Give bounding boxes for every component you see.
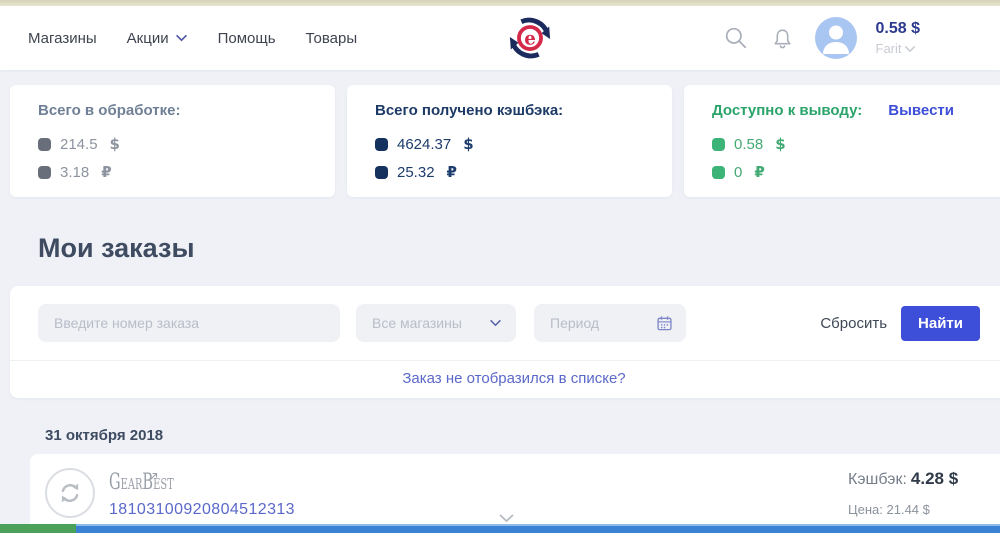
avatar-icon bbox=[822, 25, 849, 54]
price-line: Цена: 21.44 $ bbox=[848, 502, 958, 517]
nav-item-label: Товары bbox=[305, 29, 358, 47]
nav-item-promos[interactable]: Акции bbox=[127, 30, 188, 47]
nav-item-label: Магазины bbox=[28, 29, 97, 47]
search-icon[interactable] bbox=[723, 25, 750, 52]
header: Магазины Акции Помощь Товары e 0.58 $ Fa… bbox=[0, 6, 1000, 70]
currency-sign: $ bbox=[463, 135, 474, 153]
summary-cards-row: Всего в обработке: 214.5 $ 3.18 ₽ Всего … bbox=[0, 70, 1000, 197]
amount-value: 0.58 bbox=[734, 135, 764, 153]
currency-sign: ₽ bbox=[446, 163, 457, 181]
currency-sign: ₽ bbox=[101, 163, 112, 181]
order-status-circle bbox=[45, 468, 95, 518]
cashback-line: Кэшбэк: 4.28 $ bbox=[848, 469, 958, 489]
amount-row: 0.58 $ bbox=[712, 135, 992, 153]
card-title: Всего в обработке: bbox=[38, 102, 181, 119]
bullet-icon bbox=[712, 165, 725, 179]
avatar[interactable] bbox=[814, 17, 857, 59]
period-placeholder: Период bbox=[550, 315, 600, 331]
cashback-value: 4.28 $ bbox=[910, 469, 959, 488]
order-amounts: Кэшбэк: 4.28 $ Цена: 21.44 $ bbox=[848, 469, 958, 517]
svg-text:e: e bbox=[524, 29, 536, 50]
chevron-down-icon bbox=[904, 45, 915, 52]
amount-value: 3.18 bbox=[60, 163, 90, 181]
main-nav: Магазины Акции Помощь Товары bbox=[28, 30, 357, 47]
amount-row: 4624.37 $ bbox=[375, 135, 644, 153]
bullet-icon bbox=[38, 137, 51, 151]
amount-row: 25.32 ₽ bbox=[375, 163, 644, 181]
amount-value: 0 bbox=[734, 163, 743, 181]
currency-sign: $ bbox=[109, 135, 120, 153]
user-menu: 0.58 $ Farit bbox=[876, 20, 920, 56]
price-value: 21.44 $ bbox=[886, 502, 930, 517]
withdraw-button[interactable]: Вывести bbox=[888, 102, 954, 119]
header-right: 0.58 $ Farit bbox=[723, 6, 920, 70]
card-processing: Всего в обработке: 214.5 $ 3.18 ₽ bbox=[10, 85, 335, 197]
card-available-withdraw: Доступно к выводу: Вывести 0.58 $ 0 ₽ bbox=[684, 85, 1000, 197]
nav-item-shops[interactable]: Магазины bbox=[28, 30, 97, 47]
strip-green-segment bbox=[0, 524, 76, 533]
bullet-icon bbox=[38, 165, 51, 179]
nav-item-label: Акции bbox=[126, 29, 169, 47]
calendar-icon bbox=[657, 315, 672, 330]
bullet-icon bbox=[712, 137, 725, 151]
bell-icon[interactable] bbox=[769, 25, 796, 52]
chevron-down-icon bbox=[490, 319, 501, 327]
order-number-link[interactable]: 18103100920804512313 bbox=[109, 501, 295, 519]
site-logo-icon[interactable]: e bbox=[507, 15, 553, 61]
refresh-icon bbox=[61, 483, 79, 503]
missing-order-row: Заказ не отобразился в списке? bbox=[10, 360, 1000, 398]
bullet-icon bbox=[375, 165, 388, 179]
order-number-input[interactable] bbox=[38, 304, 340, 342]
page-title: Мои заказы bbox=[38, 233, 195, 263]
shop-select-value: Все магазины bbox=[372, 315, 462, 331]
reset-button[interactable]: Сбросить bbox=[820, 315, 887, 332]
currency-sign: $ bbox=[775, 135, 786, 153]
price-label: Цена: bbox=[848, 502, 883, 517]
filter-row: Все магазины Период Сбросить Найти bbox=[10, 286, 1000, 360]
shop-logo[interactable]: GearBest bbox=[109, 472, 174, 494]
bullet-icon bbox=[375, 137, 388, 151]
cashback-label: Кэшбэк: bbox=[848, 471, 907, 488]
nav-item-goods[interactable]: Товары bbox=[306, 30, 358, 47]
username-label: Farit bbox=[875, 41, 902, 56]
strip-blue-segment bbox=[76, 524, 1000, 533]
user-dropdown[interactable]: Farit bbox=[876, 41, 920, 56]
expand-order-chevron-icon[interactable] bbox=[498, 510, 515, 528]
amount-value: 214.5 bbox=[60, 135, 98, 153]
orders-filter-panel: Все магазины Период Сбросить Найти Заказ… bbox=[10, 286, 1000, 398]
card-title: Доступно к выводу: bbox=[712, 102, 863, 119]
shop-select[interactable]: Все магазины bbox=[356, 304, 516, 342]
card-total-cashback: Всего получено кэшбэка: 4624.37 $ 25.32 … bbox=[347, 85, 672, 197]
amount-row: 214.5 $ bbox=[38, 135, 307, 153]
date-group-header: 31 октября 2018 bbox=[45, 427, 164, 444]
amount-row: 0 ₽ bbox=[712, 163, 992, 181]
period-input[interactable]: Период bbox=[534, 304, 686, 342]
header-balance[interactable]: 0.58 $ bbox=[876, 20, 920, 38]
chevron-down-icon bbox=[175, 34, 187, 42]
order-info: GearBest 18103100920804512313 bbox=[109, 466, 295, 519]
missing-order-link[interactable]: Заказ не отобразился в списке? bbox=[402, 370, 625, 387]
card-title: Всего получено кэшбэка: bbox=[375, 102, 564, 119]
nav-item-help[interactable]: Помощь bbox=[218, 30, 276, 47]
amount-value: 4624.37 bbox=[397, 135, 452, 153]
find-button[interactable]: Найти bbox=[901, 305, 980, 341]
nav-item-label: Помощь bbox=[217, 29, 276, 47]
amount-row: 3.18 ₽ bbox=[38, 163, 307, 181]
amount-value: 25.32 bbox=[397, 163, 435, 181]
currency-sign: ₽ bbox=[754, 163, 765, 181]
order-card: GearBest 18103100920804512313 Кэшбэк: 4.2… bbox=[30, 454, 1000, 532]
